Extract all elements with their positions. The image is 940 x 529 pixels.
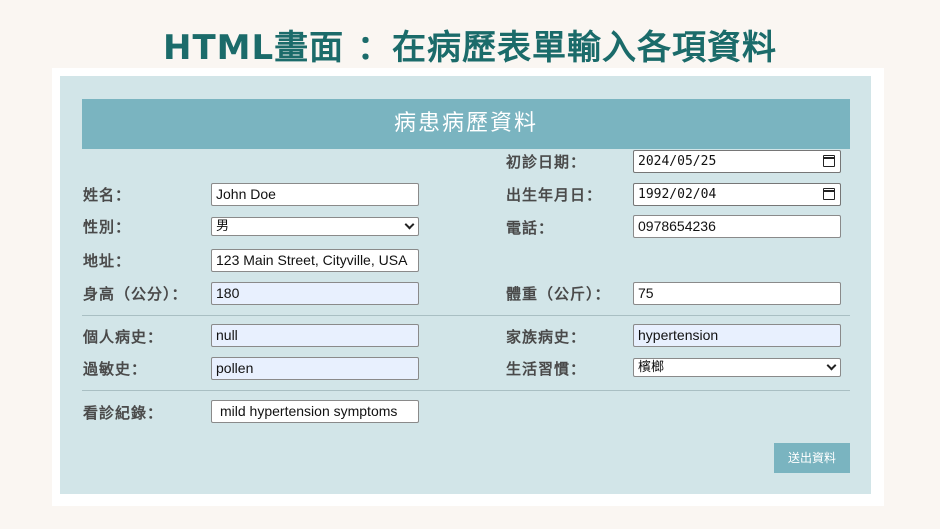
visit-date-label: 初診日期： bbox=[506, 153, 587, 171]
chevron-down-icon bbox=[404, 219, 415, 230]
calendar-icon[interactable] bbox=[823, 155, 835, 167]
section-divider bbox=[82, 390, 850, 391]
name-input[interactable]: John Doe bbox=[211, 183, 419, 206]
page-title: HTML畫面 ：在病歷表單輸入各項資料 bbox=[163, 28, 777, 68]
birth-date-label: 出生年月日： bbox=[506, 186, 603, 204]
name-label: 姓名： bbox=[83, 186, 132, 204]
address-label: 地址： bbox=[83, 252, 132, 270]
phone-label: 電話： bbox=[506, 219, 555, 237]
gender-value: 男 bbox=[216, 219, 230, 234]
visit-date-input[interactable]: 2024/05/25 bbox=[633, 150, 841, 173]
chevron-down-icon bbox=[826, 360, 837, 371]
family-history-input[interactable]: hypertension bbox=[633, 324, 841, 347]
weight-input[interactable]: 75 bbox=[633, 282, 841, 305]
birth-date-input[interactable]: 1992/02/04 bbox=[633, 183, 841, 206]
allergy-input[interactable]: pollen bbox=[211, 357, 419, 380]
form-header: 病患病歷資料 bbox=[82, 99, 850, 149]
address-input[interactable]: 123 Main Street, Cityville, USA bbox=[211, 249, 419, 272]
lifestyle-select[interactable]: 檳榔 bbox=[633, 358, 841, 377]
lifestyle-value: 檳榔 bbox=[638, 360, 665, 375]
section-divider bbox=[82, 315, 850, 316]
visit-date-value: 2024/05/25 bbox=[638, 154, 717, 169]
calendar-icon[interactable] bbox=[823, 188, 835, 200]
submit-button[interactable]: 送出資料 bbox=[774, 443, 850, 473]
allergy-label: 過敏史： bbox=[83, 360, 148, 378]
height-input[interactable]: 180 bbox=[211, 282, 419, 305]
personal-history-label: 個人病史： bbox=[83, 328, 164, 346]
gender-select[interactable]: 男 bbox=[211, 217, 419, 236]
height-label: 身高（公分）： bbox=[83, 285, 188, 303]
weight-label: 體重（公斤）： bbox=[506, 285, 611, 303]
phone-input[interactable]: 0978654236 bbox=[633, 215, 841, 238]
visit-record-input[interactable]: mild hypertension symptoms bbox=[211, 400, 419, 423]
gender-label: 性別： bbox=[83, 218, 132, 236]
personal-history-input[interactable]: null bbox=[211, 324, 419, 347]
visit-record-label: 看診紀錄： bbox=[83, 404, 164, 422]
lifestyle-label: 生活習慣： bbox=[506, 360, 587, 378]
family-history-label: 家族病史： bbox=[506, 328, 587, 346]
birth-date-value: 1992/02/04 bbox=[638, 187, 717, 202]
